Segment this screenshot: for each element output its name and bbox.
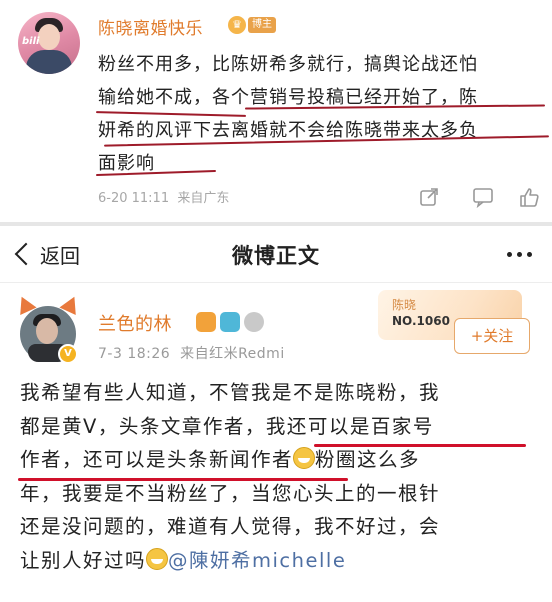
camera-icon (220, 312, 240, 332)
post-line: 我希望有些人知道，不管我是不是陈晓粉，我 (20, 381, 441, 404)
post-line: 粉丝不用多，比陈妍希多就行，搞舆论战还怕 (98, 54, 478, 75)
post-text: 我希望有些人知道，不管我是不是陈晓粉，我 都是黄V，头条文章作者，我还可以是百家… (20, 376, 535, 577)
user-badges (196, 312, 264, 332)
mention-link[interactable]: @陳妍希michelle (168, 549, 346, 572)
cat-ear-icon (59, 292, 83, 316)
avatar[interactable]: V (13, 292, 83, 364)
share-icon[interactable] (418, 186, 440, 208)
post-timestamp: 7-3 18:26 (98, 346, 171, 362)
fan-badge-name: 陈晓 (392, 298, 417, 312)
fan-badge-number: NO.1060 (392, 314, 450, 328)
username[interactable]: 陈晓离婚快乐 (98, 14, 203, 39)
verified-v-icon: V (58, 344, 78, 364)
cat-ear-icon (13, 292, 37, 316)
post-line: 还是没问题的，难道有人觉得，我不好过，会 (20, 515, 441, 538)
bilibili-logo: bili (22, 36, 40, 47)
like-icon[interactable] (518, 186, 540, 208)
avatar[interactable]: bili (18, 12, 80, 74)
post-meta: 7-3 18:26 来自红米Redmi (98, 343, 285, 363)
fan-level-icon (196, 312, 216, 332)
underline-mark (314, 444, 526, 447)
avatar-body (26, 50, 72, 74)
post-timestamp: 6-20 11:11 (98, 191, 170, 206)
post-line: 输给她不成，各个营销号投稿已经开始了，陈 (98, 87, 478, 108)
post-line: 都是黄V，头条文章作者，我还可以是百家号 (20, 414, 434, 438)
detail-page: 返回 微博正文 陈晓 NO.1060 V 兰色的林 7-3 18:26 来自红米… (0, 226, 552, 602)
grin-emoji-icon (293, 447, 316, 469)
post-location: 来自广东 (177, 191, 230, 206)
medal-icon (244, 312, 264, 332)
post-line: 作者，还可以是头条新闻作者 粉圈这么多 (20, 443, 535, 477)
follow-button[interactable]: +关注 (454, 318, 530, 354)
post-source: 来自红米Redmi (180, 346, 285, 362)
post-line: 让别人好过吗 @陳妍希michelle (20, 544, 535, 578)
comment-icon[interactable] (472, 186, 494, 208)
avatar-face (38, 24, 60, 50)
post-line-segment: 作者，还可以是头条新闻作者 (20, 448, 294, 471)
avatar-face (36, 318, 58, 344)
grin-emoji-icon (146, 547, 169, 570)
underline-mark (18, 478, 348, 481)
post-line: 面影响 (98, 153, 155, 174)
top-post: bili 陈晓离婚快乐 ♛ 博主 粉丝不用多，比陈妍希多就行，搞舆论战还怕 输给… (0, 0, 552, 222)
page-title: 微博正文 (232, 244, 320, 268)
more-dots-icon[interactable] (507, 252, 532, 257)
badge-label: 博主 (248, 17, 276, 33)
post-line-segment: 让别人好过吗 (20, 548, 147, 572)
blogger-badge: ♛ 博主 (228, 16, 276, 34)
post-line: 年，我要是不当粉丝了，当您心头上的一根针 (20, 481, 441, 505)
crown-icon: ♛ (228, 16, 246, 34)
post-meta: 6-20 11:11 来自广东 (98, 187, 229, 206)
nav-bar: 返回 微博正文 (0, 226, 552, 283)
username[interactable]: 兰色的林 (98, 310, 172, 336)
post-line-segment: 粉圈这么多 (315, 448, 421, 471)
